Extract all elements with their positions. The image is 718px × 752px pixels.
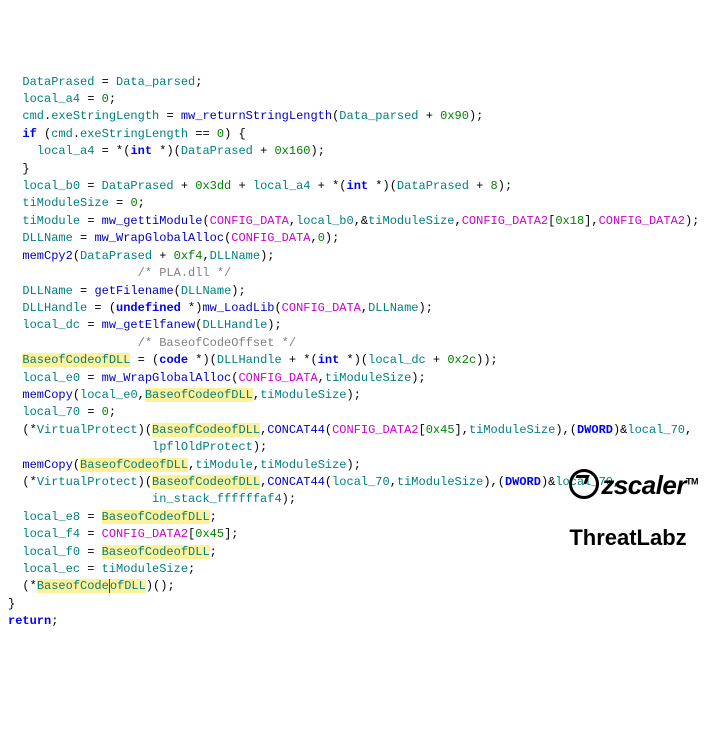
logo-mark-icon xyxy=(569,469,599,499)
zscaler-logo: zscalerTM xyxy=(569,469,698,499)
threatlabz-text: ThreatLabz xyxy=(569,527,698,549)
brand-logo: zscalerTM ThreatLabz xyxy=(569,445,698,561)
